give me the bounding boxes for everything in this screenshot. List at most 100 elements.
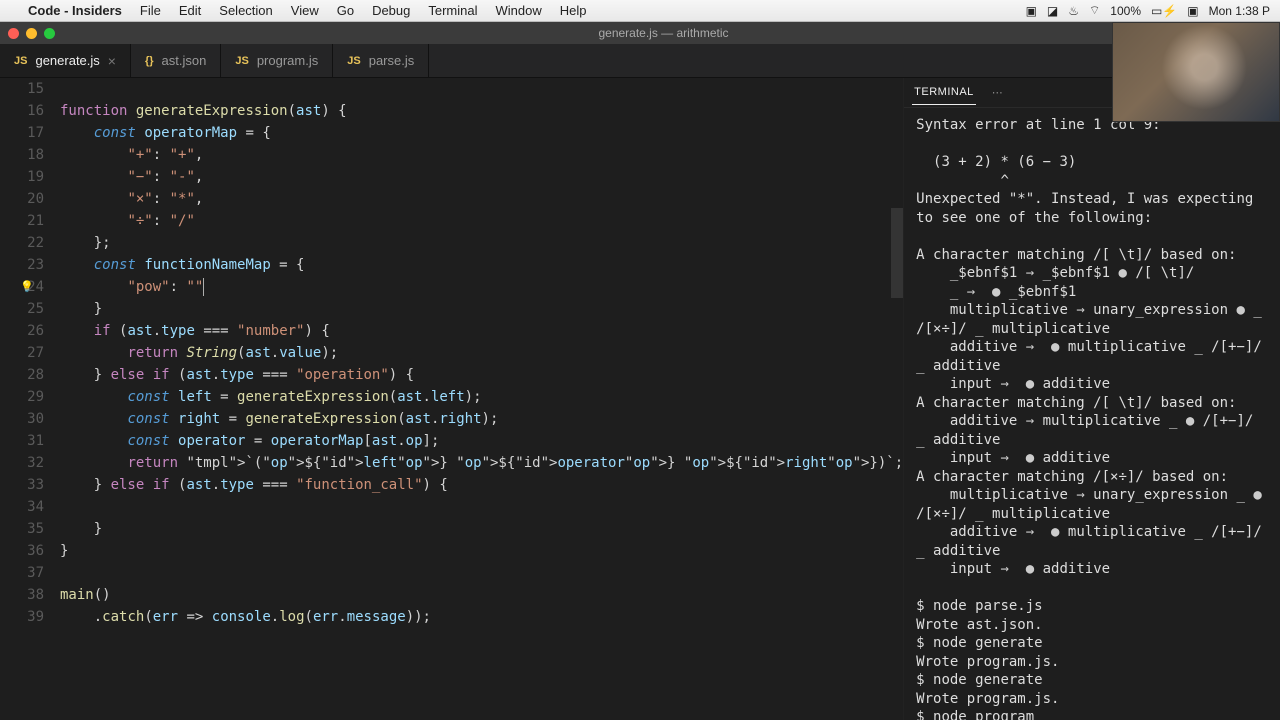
line-number[interactable]: 17 [0,122,44,144]
editor-scrollbar[interactable] [891,208,903,298]
code-line[interactable]: main() [60,584,903,606]
line-number[interactable]: 37 [0,562,44,584]
menu-debug[interactable]: Debug [372,3,410,18]
terminal-output[interactable]: Syntax error at line 1 col 9: (3 + 2) * … [904,108,1280,720]
terminal-line [916,135,1268,154]
code-line[interactable]: "÷": "/" [60,210,903,232]
code-editor[interactable]: 1516171819202122232425262728293031323334… [0,78,903,720]
terminal-line: additive → ● multiplicative _ /[+−]/ _ a… [916,523,1268,560]
code-line[interactable]: } else if (ast.type === "operation") { [60,364,903,386]
traffic-zoom[interactable] [44,28,55,39]
screencast-icon[interactable]: ▣ [1026,4,1037,18]
line-number[interactable]: 25 [0,298,44,320]
line-number[interactable]: 36 [0,540,44,562]
code-line[interactable]: .catch(err => console.log(err.message)); [60,606,903,628]
menu-go[interactable]: Go [337,3,354,18]
line-number[interactable]: 31 [0,430,44,452]
line-number[interactable]: 21 [0,210,44,232]
line-number[interactable]: 28 [0,364,44,386]
line-number[interactable]: 27 [0,342,44,364]
menu-help[interactable]: Help [560,3,587,18]
mirror-icon[interactable]: ◪ [1047,4,1058,18]
line-number[interactable]: 39 [0,606,44,628]
tab-label: ast.json [162,53,207,68]
window-titlebar[interactable]: generate.js — arithmetic [0,22,1280,44]
line-number[interactable]: 19 [0,166,44,188]
menu-edit[interactable]: Edit [179,3,201,18]
menu-view[interactable]: View [291,3,319,18]
code-line[interactable]: "+": "+", [60,144,903,166]
code-line[interactable] [60,562,903,584]
mac-menubar: Code - Insiders File Edit Selection View… [0,0,1280,22]
editor-tab[interactable]: {} ast.json [131,44,221,77]
line-number[interactable]: 34 [0,496,44,518]
icon-square[interactable]: ▣ [1187,4,1198,18]
close-tab-icon[interactable]: × [108,53,116,69]
js-file-icon: JS [235,55,248,67]
clock[interactable]: Mon 1:38 P [1209,4,1270,18]
line-number[interactable]: 23 [0,254,44,276]
menu-selection[interactable]: Selection [219,3,272,18]
terminal-line: _ → ● _$ebnf$1 [916,283,1268,302]
line-number[interactable]: 32 [0,452,44,474]
editor-tab[interactable]: JS program.js [221,44,333,77]
code-line[interactable]: } [60,518,903,540]
line-number[interactable]: 29 [0,386,44,408]
line-number[interactable]: 35 [0,518,44,540]
code-line[interactable]: function generateExpression(ast) { [60,100,903,122]
code-line[interactable]: "pow": "" [60,276,903,298]
terminal-line: $ node generate [916,671,1268,690]
line-number[interactable]: 33 [0,474,44,496]
code-line[interactable]: const left = generateExpression(ast.left… [60,386,903,408]
code-line[interactable]: const operator = operatorMap[ast.op]; [60,430,903,452]
code-line[interactable]: } else if (ast.type === "function_call")… [60,474,903,496]
terminal-line: (3 + 2) * (6 − 3) [916,153,1268,172]
code-line[interactable]: }; [60,232,903,254]
app-name[interactable]: Code - Insiders [28,3,122,18]
wifi-icon[interactable]: ⌔ [1089,3,1100,18]
js-file-icon: JS [347,55,360,67]
line-number[interactable]: 26 [0,320,44,342]
js-file-icon: JS [14,55,27,67]
panel-tab-more-icon[interactable]: ⋯ [990,80,1006,105]
traffic-close[interactable] [8,28,19,39]
traffic-minimize[interactable] [26,28,37,39]
json-file-icon: {} [145,55,154,67]
code-line[interactable]: "−": "-", [60,166,903,188]
panel-tab-terminal[interactable]: TERMINAL [912,80,976,105]
menu-window[interactable]: Window [496,3,542,18]
editor-tab[interactable]: JSparse.js [333,44,429,77]
window-title: generate.js — arithmetic [598,26,728,40]
code-line[interactable]: } [60,298,903,320]
code-line[interactable]: if (ast.type === "number") { [60,320,903,342]
code-line[interactable]: const functionNameMap = { [60,254,903,276]
code-line[interactable] [60,78,903,100]
code-line[interactable]: return "tmpl">`("op">${"id">left"op">} "… [60,452,903,474]
code-line[interactable]: } [60,540,903,562]
line-number[interactable]: 38 [0,584,44,606]
code-line[interactable]: return String(ast.value); [60,342,903,364]
webcam-overlay [1112,22,1280,122]
line-number[interactable]: 15 [0,78,44,100]
tab-label: program.js [257,53,318,68]
code-line[interactable] [60,496,903,518]
line-number[interactable]: 30 [0,408,44,430]
line-number[interactable]: 24 [0,276,44,298]
terminal-line: multiplicative → unary_expression ● _ /[… [916,301,1268,338]
code-line[interactable]: const right = generateExpression(ast.rig… [60,408,903,430]
line-number[interactable]: 16 [0,100,44,122]
terminal-line: A character matching /[×÷]/ based on: [916,468,1268,487]
line-number[interactable]: 22 [0,232,44,254]
terminal-line: Wrote program.js. [916,653,1268,672]
terminal-line: input → ● additive [916,449,1268,468]
code-line[interactable]: "×": "*", [60,188,903,210]
code-line[interactable]: const operatorMap = { [60,122,903,144]
line-number[interactable]: 20 [0,188,44,210]
line-number[interactable]: 18 [0,144,44,166]
editor-tab[interactable]: JS generate.js × [0,44,131,77]
menu-file[interactable]: File [140,3,161,18]
battery-icon[interactable]: ▭⚡ [1151,4,1177,18]
flame-icon[interactable]: ♨ [1068,4,1079,18]
tab-label: generate.js [35,53,99,68]
menu-terminal[interactable]: Terminal [428,3,477,18]
